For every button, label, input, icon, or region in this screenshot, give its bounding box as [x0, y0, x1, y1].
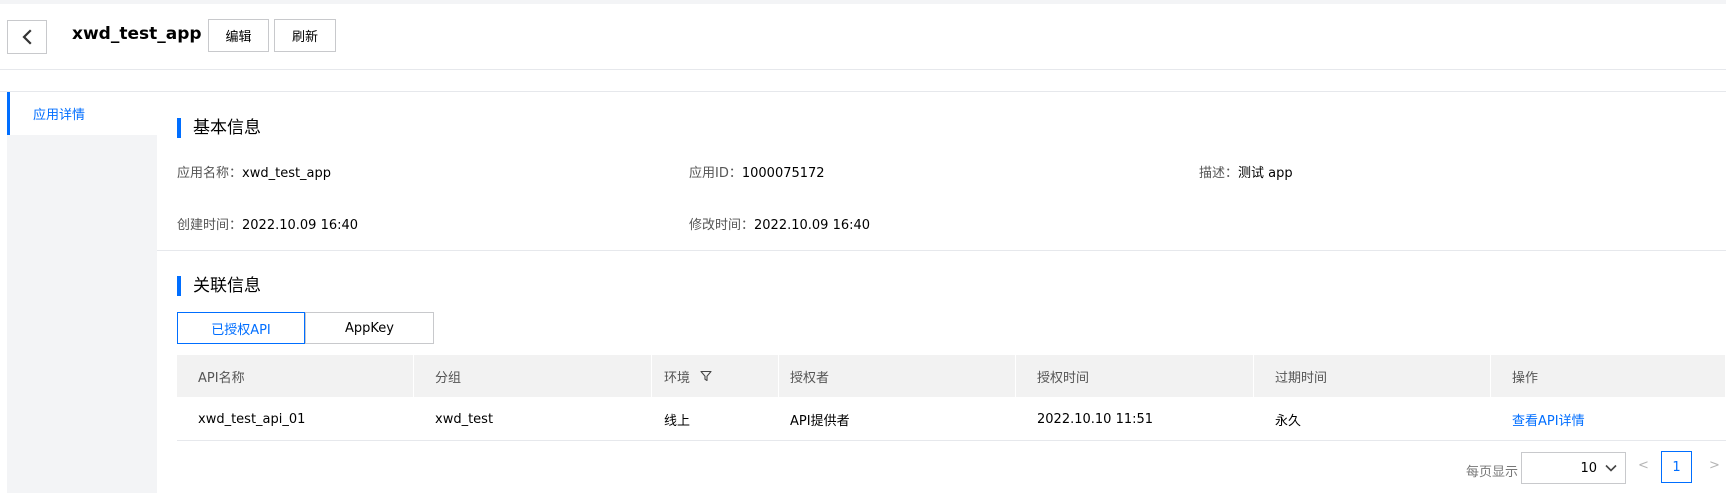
per-page-label: 每页显示	[1466, 465, 1519, 480]
table-header: API名称 分组 环境 授权者 授权时间 过期时间 操作	[177, 355, 1726, 397]
column-header-grantor: 授权者	[779, 355, 1016, 397]
column-header-group: 分组	[414, 355, 652, 397]
filter-icon[interactable]	[700, 370, 712, 382]
section-divider	[157, 250, 1726, 251]
app-id-label: 应用ID：	[689, 166, 742, 181]
cell-grantor: API提供者	[790, 413, 850, 429]
modified-time-field: 修改时间：2022.10.09 16:40	[689, 214, 870, 233]
tab-authorized-api[interactable]: 已授权API	[177, 312, 305, 344]
app-name-value: xwd_test_app	[242, 166, 332, 181]
column-header-auth-time: 授权时间	[1016, 355, 1254, 397]
modified-time-label: 修改时间：	[689, 218, 755, 233]
created-time-value: 2022.10.09 16:40	[242, 218, 359, 233]
description-value: 测试 app	[1238, 166, 1293, 181]
created-time-label: 创建时间：	[177, 218, 243, 233]
page-size-value: 10	[1580, 460, 1597, 476]
column-header-environment: 环境	[652, 355, 779, 397]
sidebar: 应用详情	[7, 92, 157, 493]
sidebar-item-app-details[interactable]: 应用详情	[7, 92, 157, 135]
column-header-api-name: API名称	[177, 355, 414, 397]
authorized-api-table: API名称 分组 环境 授权者 授权时间 过期时间 操作 xwd_test_ap…	[177, 355, 1726, 441]
cell-group: xwd_test	[435, 411, 494, 427]
back-button[interactable]	[7, 20, 47, 54]
table-row: xwd_test_api_01 xwd_test 线上 API提供者 2022.…	[177, 397, 1726, 441]
basic-info-title: 基本信息	[177, 118, 261, 138]
app-id-field: 应用ID：1000075172	[689, 162, 825, 181]
page-size-select[interactable]: 10	[1521, 452, 1626, 484]
cell-expire-time: 永久	[1275, 413, 1302, 429]
main-content: 基本信息 应用名称：xwd_test_app 应用ID：1000075172 描…	[157, 92, 1726, 493]
app-name-field: 应用名称：xwd_test_app	[177, 162, 331, 181]
chevron-down-icon	[1605, 464, 1617, 472]
refresh-button[interactable]: 刷新	[274, 19, 336, 52]
page-number-button[interactable]: 1	[1661, 451, 1692, 483]
chevron-left-icon	[22, 29, 32, 45]
app-id-value: 1000075172	[741, 166, 825, 181]
cell-api-name: xwd_test_api_01	[198, 411, 306, 427]
view-api-details-link[interactable]: 查看API详情	[1512, 410, 1585, 429]
edit-button[interactable]: 编辑	[208, 19, 269, 52]
column-header-actions: 操作	[1491, 355, 1726, 397]
app-title: xwd_test_app	[72, 24, 202, 44]
assoc-info-title: 关联信息	[177, 276, 261, 296]
app-name-label: 应用名称：	[177, 166, 243, 181]
description-label: 描述：	[1199, 166, 1239, 181]
prev-page-button[interactable]: <	[1638, 458, 1649, 473]
page-header: xwd_test_app 编辑 刷新	[0, 4, 1726, 70]
created-time-field: 创建时间：2022.10.09 16:40	[177, 214, 358, 233]
next-page-button[interactable]: >	[1709, 458, 1720, 473]
modified-time-value: 2022.10.09 16:40	[754, 218, 871, 233]
tab-appkey[interactable]: AppKey	[305, 312, 434, 344]
cell-environment: 线上	[664, 413, 691, 429]
column-header-environment-label: 环境	[664, 370, 691, 386]
column-header-expire-time: 过期时间	[1254, 355, 1491, 397]
description-field: 描述：测试 app	[1199, 162, 1293, 181]
header-gap	[0, 70, 1726, 92]
cell-actions: 查看API详情	[1491, 397, 1726, 441]
cell-auth-time: 2022.10.10 11:51	[1037, 411, 1154, 427]
sidebar-item-label: 应用详情	[33, 108, 86, 123]
